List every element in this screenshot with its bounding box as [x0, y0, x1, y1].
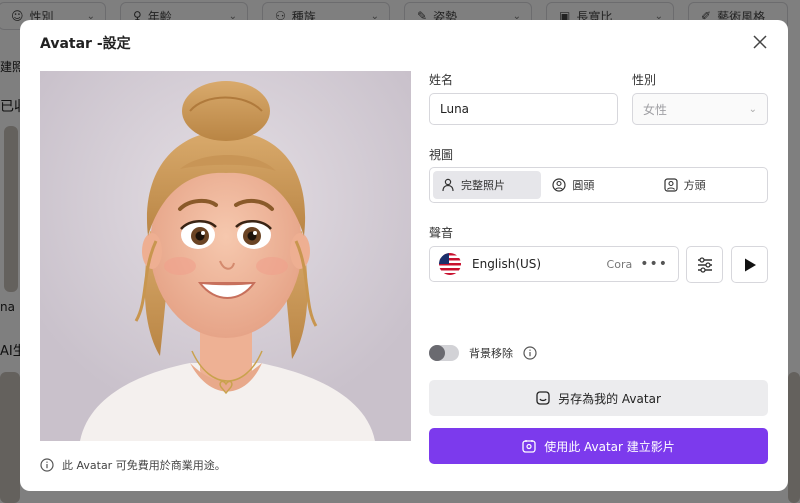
name-label: 姓名 [429, 73, 454, 87]
info-icon [40, 458, 54, 472]
view-option-circle-head[interactable]: 圓頭 [544, 171, 652, 199]
play-icon [744, 258, 756, 271]
save-as-my-avatar-button[interactable]: 另存為我的 Avatar [429, 380, 768, 416]
avatar-save-icon [536, 391, 550, 405]
avatar-preview [40, 71, 411, 441]
chevron-down-icon: ⌄ [748, 103, 757, 115]
info-icon[interactable] [523, 346, 537, 360]
background-removal-row: 背景移除 [429, 345, 537, 361]
square-head-icon [664, 178, 678, 192]
create-video-button-label: 使用此 Avatar 建立影片 [544, 439, 675, 454]
play-voice-button[interactable] [731, 246, 768, 283]
avatar-image [40, 71, 411, 441]
voice-settings-button[interactable] [686, 246, 723, 283]
view-option-full-photo[interactable]: 完整照片 [433, 171, 542, 199]
voice-name: Cora [606, 257, 633, 271]
gender-select-value: 女性 [643, 102, 668, 117]
license-note: 此 Avatar 可免費用於商業用途。 [40, 457, 226, 473]
more-options-icon[interactable]: ••• [640, 256, 668, 272]
voice-selector[interactable]: English(US) Cora ••• [429, 246, 679, 282]
close-icon [753, 35, 767, 49]
avatar-settings-modal: Avatar -設定 此 Avatar 可免費用於商業用途。 姓名 Luna 性… [20, 20, 788, 491]
background-removal-label: 背景移除 [469, 347, 513, 360]
view-label: 視圖 [429, 148, 454, 162]
video-avatar-icon [522, 440, 536, 453]
create-video-button[interactable]: 使用此 Avatar 建立影片 [429, 428, 768, 464]
voice-label: 聲音 [429, 226, 454, 240]
toggle-knob [429, 345, 445, 361]
save-button-label: 另存為我的 Avatar [558, 391, 661, 406]
license-note-text: 此 Avatar 可免費用於商業用途。 [62, 459, 226, 472]
name-input[interactable]: Luna [429, 93, 618, 125]
full-body-icon [442, 178, 454, 192]
gender-select[interactable]: 女性 ⌄ [632, 93, 768, 125]
gender-label: 性別 [632, 73, 657, 87]
us-flag-icon [439, 253, 461, 275]
sliders-icon [697, 256, 712, 273]
circle-head-icon [552, 178, 566, 192]
modal-title: Avatar -設定 [40, 36, 131, 52]
close-button[interactable] [750, 32, 770, 52]
background-removal-toggle[interactable] [429, 345, 459, 361]
name-input-value: Luna [440, 102, 470, 116]
voice-language: English(US) [472, 257, 542, 271]
view-selector: 完整照片 圓頭 方頭 [429, 167, 768, 203]
view-option-square-head[interactable]: 方頭 [656, 171, 764, 199]
